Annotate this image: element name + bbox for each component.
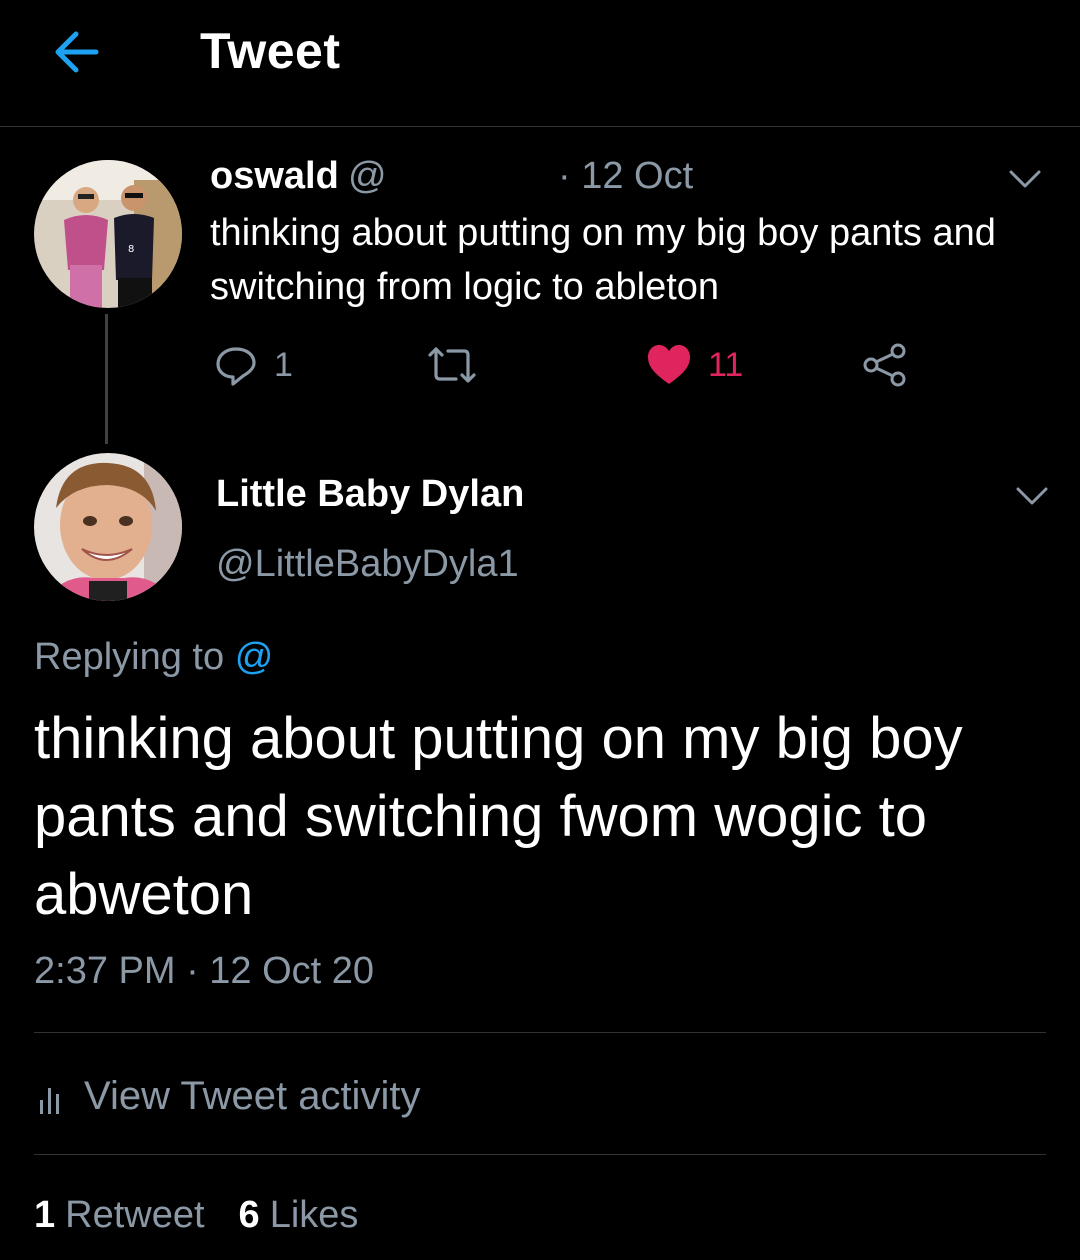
author-name[interactable]: oswald (210, 155, 339, 198)
divider (34, 1154, 1046, 1155)
replying-mention-link[interactable]: @ (235, 636, 274, 678)
replying-label: Replying to (34, 636, 225, 678)
like-total: 6 (238, 1194, 260, 1236)
engagement-stats: 1 Retweet 6 Likes (34, 1194, 358, 1237)
share-button[interactable] (862, 340, 908, 390)
tweet-menu-button[interactable] (1012, 480, 1052, 510)
like-button[interactable]: 11 (646, 340, 743, 390)
tweet-menu-button[interactable] (1005, 163, 1045, 193)
like-count: 11 (708, 345, 744, 384)
heart-icon (648, 345, 690, 384)
avatar[interactable]: 8 (34, 160, 182, 308)
reply-count: 1 (274, 345, 293, 384)
replying-to: Replying to @ (34, 636, 273, 679)
arrow-left-icon (55, 31, 99, 73)
author-handle[interactable]: @ (348, 155, 387, 198)
tweet-date[interactable]: · 12 Oct (558, 155, 693, 198)
retweet-icon (428, 347, 476, 383)
chevron-down-icon (1016, 487, 1048, 505)
avatar[interactable] (34, 453, 182, 601)
tweet-text: thinking about putting on my big boy pan… (34, 706, 963, 927)
svg-text:8: 8 (128, 244, 134, 255)
activity-label: View Tweet activity (84, 1073, 421, 1118)
thread-connector (105, 314, 108, 444)
author-name[interactable]: Little Baby Dylan (216, 473, 524, 516)
avatar-photo (34, 453, 182, 601)
chevron-down-icon (1009, 170, 1041, 188)
tweet-timestamp: 2:37 PM · 12 Oct 20 (34, 950, 375, 992)
reply-button[interactable]: 1 (214, 340, 293, 390)
reply-icon (216, 347, 256, 386)
top-bar: Tweet (0, 0, 1080, 127)
back-button[interactable] (48, 22, 108, 82)
author-handle[interactable]: @LittleBabyDyla1 (216, 543, 519, 586)
retweet-button[interactable] (424, 340, 496, 390)
view-tweet-activity-button[interactable]: View Tweet activity (34, 1068, 420, 1124)
likes-stat[interactable]: 6 Likes (239, 1194, 359, 1237)
bar-chart-icon (40, 1088, 59, 1114)
retweets-stat[interactable]: 1 Retweet (34, 1194, 205, 1237)
tweet-text: thinking about putting on my big boy pan… (210, 212, 996, 308)
retweet-stat-label: Retweet (65, 1194, 205, 1236)
divider (34, 1032, 1046, 1033)
avatar-photo: 8 (34, 160, 182, 308)
like-stat-label: Likes (269, 1194, 359, 1236)
share-icon (863, 343, 906, 387)
retweet-total: 1 (34, 1194, 56, 1236)
page-title: Tweet (200, 23, 341, 79)
